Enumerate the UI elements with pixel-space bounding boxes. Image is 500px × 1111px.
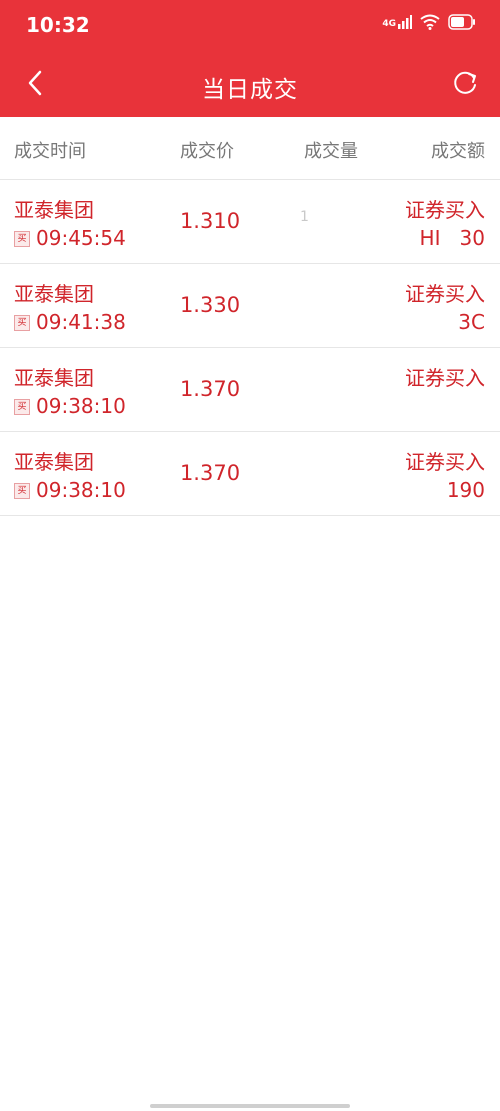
trade-quantity: 1 [300, 209, 309, 225]
trade-price: 1.370 [179, 461, 241, 485]
trade-row[interactable]: 亚泰集团 买 09:45:54 1.310 1 证券买入 HI 30 [0, 180, 500, 264]
stock-name: 亚泰集团 [14, 282, 94, 306]
trade-price: 1.330 [179, 293, 241, 317]
buy-tag: 买 [14, 231, 30, 247]
status-time: 10:32 [26, 13, 90, 37]
trade-type: 证券买入 [405, 282, 485, 306]
app-header: 10:32 4G 当日成交 [0, 0, 500, 117]
network-label: 4G [382, 19, 396, 29]
trade-time: 09:38:10 [36, 478, 126, 502]
stock-name: 亚泰集团 [14, 366, 94, 390]
battery-icon [448, 14, 475, 30]
stock-name: 亚泰集团 [14, 450, 94, 474]
trade-list: 亚泰集团 买 09:45:54 1.310 1 证券买入 HI 30 亚泰集团 … [0, 180, 500, 516]
column-header-amount: 成交额 [431, 141, 485, 162]
refresh-icon [454, 71, 476, 94]
trade-amount: 3C [458, 310, 485, 334]
trade-type: 证券买入 [405, 450, 485, 474]
column-header-time: 成交时间 [14, 141, 86, 162]
buy-tag: 买 [14, 315, 30, 331]
trade-time: 09:38:10 [36, 394, 126, 418]
trade-time: 09:41:38 [36, 310, 126, 334]
buy-tag: 买 [14, 399, 30, 415]
column-headers: 成交时间 成交价 成交量 成交额 [0, 117, 500, 180]
trade-price: 1.310 [179, 209, 241, 233]
trade-amount: 190 [446, 478, 485, 502]
stock-name: 亚泰集团 [14, 198, 94, 222]
trade-type: 证券买入 [405, 366, 485, 390]
trade-price: 1.370 [179, 377, 241, 401]
column-header-quantity: 成交量 [304, 141, 358, 162]
trade-type: 证券买入 [405, 198, 485, 222]
status-icons: 4G [382, 14, 476, 30]
trade-row[interactable]: 亚泰集团 买 09:38:10 1.370 证券买入 190 [0, 432, 500, 516]
trade-amount: HI 30 [419, 226, 485, 250]
cellular-signal-icon: 4G [382, 15, 412, 29]
home-indicator[interactable] [150, 1104, 350, 1108]
column-header-price: 成交价 [180, 141, 234, 162]
trade-row[interactable]: 亚泰集团 买 09:41:38 1.330 证券买入 3C [0, 264, 500, 348]
page-title: 当日成交 [202, 77, 298, 103]
trade-row[interactable]: 亚泰集团 买 09:38:10 1.370 证券买入 [0, 348, 500, 432]
refresh-button[interactable] [450, 68, 480, 98]
wifi-icon [420, 14, 440, 30]
buy-tag: 买 [14, 483, 30, 499]
trade-time: 09:45:54 [36, 226, 126, 250]
